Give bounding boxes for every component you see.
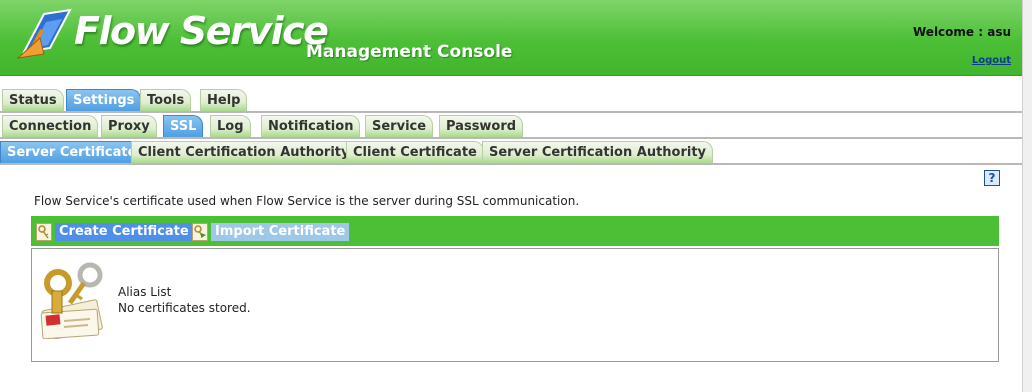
vertical-scrollbar[interactable]: [1022, 0, 1032, 392]
tab-service[interactable]: Service: [365, 115, 434, 137]
tab-connection[interactable]: Connection: [2, 115, 99, 137]
alias-list-panel: Alias List No certificates stored.: [31, 248, 999, 362]
tab-password[interactable]: Password: [439, 115, 524, 137]
alias-list-title: Alias List: [118, 285, 172, 299]
welcome-text: Welcome : asu: [913, 25, 1011, 39]
tab-help[interactable]: Help: [200, 89, 248, 111]
brand-subtitle: Management Console: [306, 42, 513, 62]
tab-settings[interactable]: Settings: [66, 89, 142, 111]
import-certificate-button[interactable]: Import Certificate: [192, 221, 350, 242]
tab-proxy[interactable]: Proxy: [101, 115, 157, 137]
logo-icon: [16, 8, 72, 59]
page-description: Flow Service's certificate used when Flo…: [34, 194, 580, 208]
certificate-toolbar: Create Certificate Import Certificate: [31, 216, 999, 246]
tab-server-certificate[interactable]: Server Certificate: [0, 141, 144, 163]
help-icon[interactable]: ?: [984, 170, 1000, 186]
ssl-tab-bar: Server Certificate Client Certification …: [0, 139, 1022, 165]
import-certificate-icon: [192, 222, 208, 241]
tab-tools[interactable]: Tools: [140, 89, 192, 111]
settings-tab-bar: Connection Proxy SSL Log Notification Se…: [0, 113, 1022, 139]
tab-client-certification-authority[interactable]: Client Certification Authority: [131, 141, 357, 163]
import-certificate-label: Import Certificate: [211, 222, 350, 241]
create-certificate-button[interactable]: Create Certificate: [36, 221, 193, 242]
main-tab-bar: Status Settings Tools Help: [0, 86, 1022, 113]
create-certificate-label: Create Certificate: [55, 222, 193, 241]
tab-client-certificate[interactable]: Client Certificate: [346, 141, 484, 163]
alias-empty-message: No certificates stored.: [118, 301, 251, 315]
app-header: Flow Service Management Console Welcome …: [0, 0, 1022, 76]
logout-link[interactable]: Logout: [972, 55, 1011, 66]
tab-log[interactable]: Log: [210, 115, 251, 137]
tab-notification[interactable]: Notification: [261, 115, 361, 137]
tab-server-certification-authority[interactable]: Server Certification Authority: [482, 141, 714, 163]
keys-certificate-icon: [40, 262, 103, 339]
brand-title: Flow Service: [74, 9, 329, 53]
certificate-icon: [36, 222, 52, 241]
tab-ssl[interactable]: SSL: [163, 115, 204, 137]
tab-status[interactable]: Status: [2, 89, 64, 111]
